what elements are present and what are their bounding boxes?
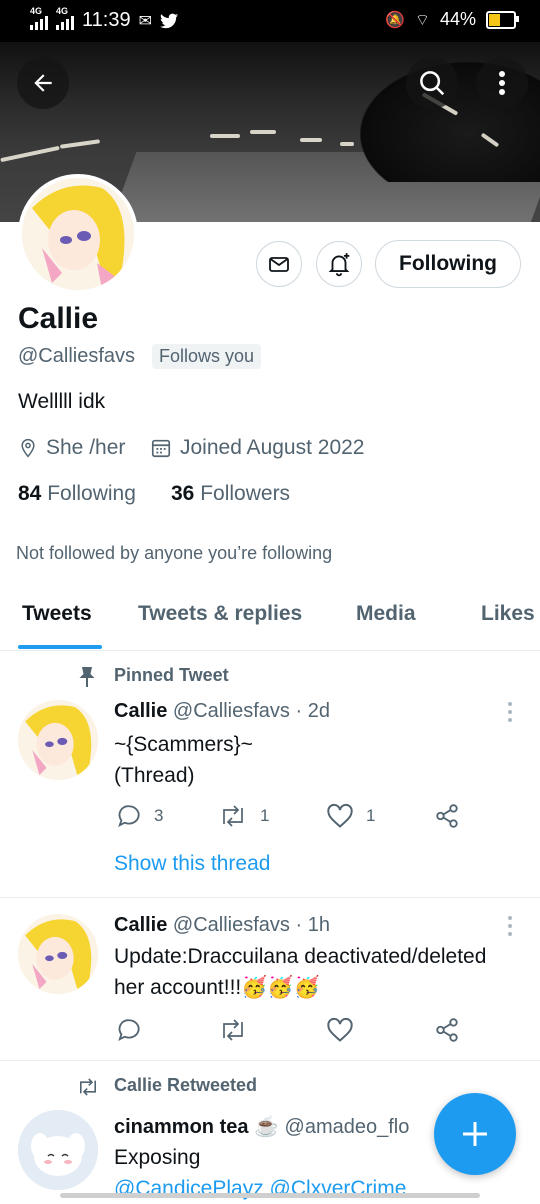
- pin-icon: [78, 666, 96, 693]
- reply-button[interactable]: 3: [116, 803, 163, 829]
- tweet-header: cinammon tea ☕ @amadeo_flo: [114, 1116, 410, 1138]
- active-tab-indicator: [18, 645, 102, 649]
- mute-icon: 🔕: [385, 11, 405, 29]
- followers-count-link[interactable]: 36 Followers: [171, 482, 290, 506]
- retweeted-label: Callie Retweeted: [114, 1075, 258, 1095]
- retweet-button[interactable]: 1: [218, 803, 269, 829]
- tweet-text: Update:Draccuilana deactivated/deleted h…: [114, 945, 487, 999]
- like-button[interactable]: [326, 1017, 354, 1043]
- retweet-context-icon: [76, 1076, 100, 1103]
- profile-name: Callie: [18, 302, 99, 335]
- back-button[interactable]: [17, 57, 69, 109]
- plus-icon: [463, 1122, 487, 1146]
- battery-icon: [486, 10, 519, 29]
- following-button[interactable]: Following: [375, 240, 521, 288]
- join-date: Joined August 2022: [150, 436, 365, 460]
- wifi-icon: ⌔: [414, 11, 430, 29]
- following-count-link[interactable]: 84 Following: [18, 482, 136, 506]
- tab-tweets-replies[interactable]: Tweets & replies: [138, 602, 302, 626]
- profile-avatar[interactable]: [18, 174, 138, 294]
- bell-plus-icon: [328, 253, 350, 277]
- notifications-button[interactable]: [316, 241, 362, 287]
- share-icon: [436, 1018, 458, 1042]
- heart-icon: [327, 803, 353, 828]
- status-bar: 4G 4G 11:39 ✉ 🔕 ⌔ 44%: [0, 0, 540, 42]
- message-button[interactable]: [256, 241, 302, 287]
- twitter-bird-icon: [159, 13, 178, 28]
- clock: 11:39: [82, 9, 131, 31]
- calendar-icon: [151, 439, 171, 458]
- mail-icon: ✉: [138, 12, 152, 30]
- signal-icon: 4G: [30, 6, 48, 30]
- profile-bio: Welllll idk: [18, 390, 106, 413]
- more-vertical-icon: [499, 71, 505, 95]
- tweet-more-button[interactable]: [498, 914, 522, 938]
- divider: [0, 1060, 540, 1061]
- tweet-avatar[interactable]: [18, 700, 98, 780]
- compose-tweet-button[interactable]: [434, 1093, 516, 1175]
- anime-avatar-image: [22, 178, 134, 290]
- home-indicator[interactable]: [60, 1193, 480, 1198]
- retweet-icon: [223, 1019, 243, 1041]
- tweet-text: ~{Scammers}~ (Thread): [114, 733, 253, 787]
- follows-you-badge: Follows you: [152, 344, 262, 369]
- reply-button[interactable]: [116, 1017, 142, 1043]
- show-thread-link[interactable]: Show this thread: [114, 852, 270, 876]
- reply-icon: [118, 1019, 140, 1042]
- more-button[interactable]: [476, 57, 528, 109]
- reply-icon: [118, 805, 140, 828]
- tweet-header: Callie @Calliesfavs · 1h: [114, 914, 330, 936]
- tab-likes[interactable]: Likes: [481, 602, 535, 626]
- pinned-label: Pinned Tweet: [114, 665, 229, 685]
- divider: [0, 650, 540, 651]
- tab-tweets[interactable]: Tweets: [22, 602, 92, 626]
- retweet-icon: [223, 805, 243, 827]
- share-button[interactable]: [434, 803, 460, 829]
- tweet-avatar[interactable]: [18, 1110, 98, 1190]
- location-pin-icon: [21, 438, 35, 458]
- profile-handle: @Calliesfavs: [18, 345, 136, 367]
- divider: [0, 897, 540, 898]
- arrow-left-icon: [34, 74, 52, 92]
- share-button[interactable]: [434, 1017, 460, 1043]
- tweet-avatar[interactable]: [18, 914, 98, 994]
- tab-media[interactable]: Media: [356, 602, 416, 626]
- share-icon: [436, 804, 458, 828]
- tweet-header: Callie @Calliesfavs · 2d: [114, 700, 330, 722]
- pronouns: She /her: [18, 436, 125, 460]
- retweet-button[interactable]: [218, 1017, 248, 1043]
- heart-icon: [327, 1017, 353, 1042]
- mention-link[interactable]: @CandicePlayz @ClxverCrime: [114, 1173, 406, 1204]
- like-button[interactable]: 1: [326, 803, 375, 829]
- signal-icon: 4G: [56, 6, 74, 30]
- search-button[interactable]: [406, 57, 458, 109]
- tweet-more-button[interactable]: [498, 700, 522, 724]
- battery-percent: 44%: [439, 9, 476, 29]
- mutual-followers-note: Not followed by anyone you’re following: [16, 543, 333, 563]
- envelope-icon: [269, 257, 289, 272]
- search-icon: [420, 71, 445, 96]
